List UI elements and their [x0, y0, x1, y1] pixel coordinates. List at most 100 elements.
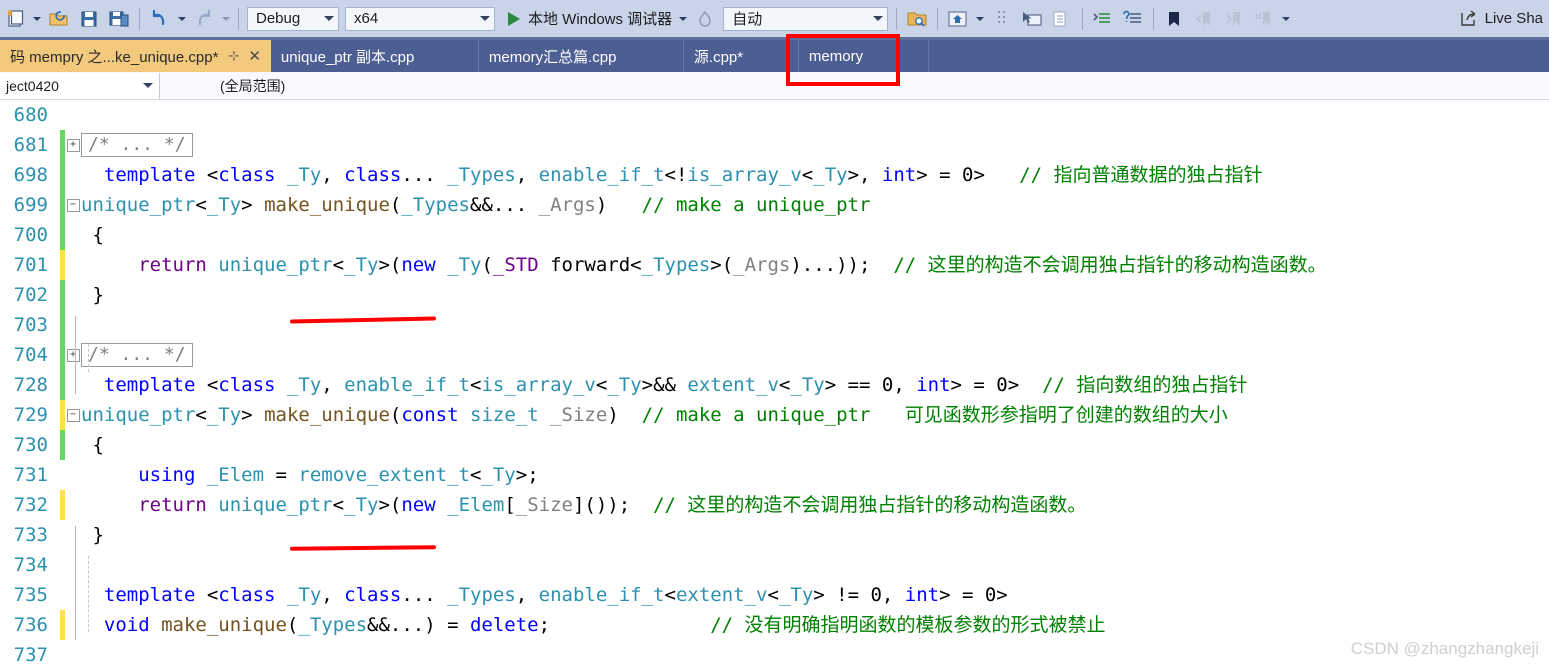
change-bar	[60, 460, 65, 490]
clear-bookmarks-button[interactable]	[1249, 3, 1279, 35]
code-line-698[interactable]: 698 template <class _Ty, class... _Types…	[0, 160, 1549, 190]
tab-strip-filler	[928, 40, 1549, 72]
code-content: unique_ptr<_Ty> make_unique(_Types&&... …	[81, 194, 871, 216]
undo-redo-group	[145, 0, 233, 37]
code-line-737[interactable]: 737	[0, 640, 1549, 665]
line-number: 703	[13, 314, 48, 336]
tab-unique-ptr-copy-cpp[interactable]: unique_ptr 副本.cpp	[271, 40, 479, 72]
code-line-681[interactable]: 681 + /* ... */	[0, 130, 1549, 160]
change-bar	[60, 250, 65, 280]
brace-guide-2	[75, 526, 76, 640]
member-scope-combo[interactable]: (全局范围)	[160, 72, 1549, 99]
hot-reload-button[interactable]	[690, 3, 720, 35]
undo-dropdown-caret[interactable]	[178, 16, 186, 21]
line-number: 704	[13, 344, 48, 366]
line-number: 735	[13, 584, 48, 606]
code-line-703[interactable]: 703	[0, 310, 1549, 340]
open-file-button[interactable]	[44, 3, 74, 35]
save-all-button[interactable]	[104, 3, 134, 35]
new-item-dropdown-caret[interactable]	[33, 16, 41, 21]
code-line-702[interactable]: 702 }	[0, 280, 1549, 310]
tab-memory-summary-cpp[interactable]: memory汇总篇.cpp	[479, 40, 684, 72]
code-line-728[interactable]: 728 template <class _Ty, enable_if_t<is_…	[0, 370, 1549, 400]
indent-guide-1	[88, 344, 89, 372]
solution-platform-combo[interactable]: x64	[345, 6, 495, 31]
code-line-734[interactable]: 734	[0, 550, 1549, 580]
undo-button[interactable]	[145, 3, 175, 35]
code-content: template <class _Ty, enable_if_t<is_arra…	[81, 374, 1248, 396]
new-item-button[interactable]	[0, 3, 30, 35]
auto-combo[interactable]: 自动	[723, 6, 889, 31]
code-content: template <class _Ty, class... _Types, en…	[81, 164, 1263, 186]
code-line-731[interactable]: 731 using _Elem = remove_extent_t<_Ty>;	[0, 460, 1549, 490]
find-in-files-button[interactable]	[902, 3, 932, 35]
toolbar-right-group: Live Sha	[1459, 9, 1549, 29]
tab-memory[interactable]: memory	[799, 40, 929, 72]
code-editor[interactable]: 680 681 + /* ... */ 698 template <class …	[0, 100, 1549, 665]
code-line-732[interactable]: 732 return unique_ptr<_Ty>(new _Elem[_Si…	[0, 490, 1549, 520]
comment-selection-button[interactable]	[1088, 3, 1118, 35]
uncomment-selection-button[interactable]	[1118, 3, 1148, 35]
code-line-699[interactable]: 699 − unique_ptr<_Ty> make_unique(_Types…	[0, 190, 1549, 220]
code-line-733[interactable]: 733 }	[0, 520, 1549, 550]
tab-source-cpp[interactable]: 源.cpp*	[684, 40, 799, 72]
code-line-680[interactable]: 680	[0, 100, 1549, 130]
fold-expand-toggle[interactable]: +	[65, 138, 81, 152]
home-dropdown-caret[interactable]	[976, 16, 985, 21]
home-button[interactable]	[943, 3, 973, 35]
fold-expand-toggle[interactable]: +	[65, 348, 81, 362]
tab-label: 源.cpp*	[693, 48, 744, 66]
line-number: 734	[13, 554, 48, 576]
live-share-label[interactable]: Live Sha	[1485, 10, 1543, 27]
code-line-729[interactable]: 729 − unique_ptr<_Ty> make_unique(const …	[0, 400, 1549, 430]
code-line-735[interactable]: 735 template <class _Ty, class... _Types…	[0, 580, 1549, 610]
close-icon[interactable]: ✕	[248, 47, 261, 65]
change-bar	[60, 610, 65, 640]
toolbox-button[interactable]	[987, 3, 1017, 35]
line-number: 730	[13, 434, 48, 456]
paste-list-button[interactable]	[1047, 3, 1077, 35]
redo-dropdown-caret[interactable]	[222, 16, 230, 21]
chevron-down-icon	[143, 83, 153, 88]
project-scope-combo[interactable]: ject0420	[0, 72, 160, 99]
code-line-730[interactable]: 730 {	[0, 430, 1549, 460]
tab-make-unique-cpp[interactable]: 码 mempry 之...ke_unique.cpp* ⊹ ✕	[0, 40, 271, 72]
next-bookmark-button[interactable]	[1219, 3, 1249, 35]
change-bar	[60, 220, 65, 250]
code-line-704[interactable]: 704 + /* ... */	[0, 340, 1549, 370]
previous-bookmark-button[interactable]	[1189, 3, 1219, 35]
fold-collapse-toggle[interactable]: −	[65, 198, 81, 212]
line-number: 737	[13, 644, 48, 665]
line-number: 681	[13, 134, 48, 156]
new-item-icon	[7, 9, 24, 27]
code-line-701[interactable]: 701 return unique_ptr<_Ty>(new _Ty(_STD …	[0, 250, 1549, 280]
line-number: 728	[13, 374, 48, 396]
save-button[interactable]	[74, 3, 104, 35]
code-line-700[interactable]: 700 {	[0, 220, 1549, 250]
pin-icon[interactable]: ⊹	[228, 48, 239, 64]
play-icon	[508, 11, 520, 26]
toolbar-overflow-caret[interactable]	[1282, 16, 1291, 21]
live-share-icon[interactable]	[1459, 9, 1479, 29]
code-content: unique_ptr<_Ty> make_unique(const size_t…	[81, 404, 1228, 426]
line-number: 701	[13, 254, 48, 276]
fold-collapse-toggle[interactable]: −	[65, 408, 81, 422]
line-number: 700	[13, 224, 48, 246]
redo-button[interactable]	[189, 3, 219, 35]
code-content: }	[81, 284, 104, 306]
code-content: }	[81, 524, 104, 546]
debugger-dropdown-caret[interactable]	[679, 16, 688, 21]
solution-platform-label: x64	[354, 10, 379, 27]
fold-plus-icon: +	[66, 348, 80, 362]
code-line-736[interactable]: 736 void make_unique(_Types&&...) = dele…	[0, 610, 1549, 640]
collapsed-region[interactable]: /* ... */	[81, 133, 193, 157]
change-bar	[60, 640, 65, 665]
start-debugging-button[interactable]: 本地 Windows 调试器	[506, 3, 676, 35]
code-content: return unique_ptr<_Ty>(new _Ty(_STD forw…	[81, 254, 1327, 276]
tab-label: 码 mempry 之...ke_unique.cpp*	[10, 48, 219, 66]
solution-configuration-combo[interactable]: Debug	[247, 6, 339, 31]
toggle-bookmark-button[interactable]	[1159, 3, 1189, 35]
auto-combo-label: 自动	[732, 11, 763, 28]
collapsed-region[interactable]: /* ... */	[81, 343, 193, 367]
navigate-backward-button[interactable]	[1017, 3, 1047, 35]
